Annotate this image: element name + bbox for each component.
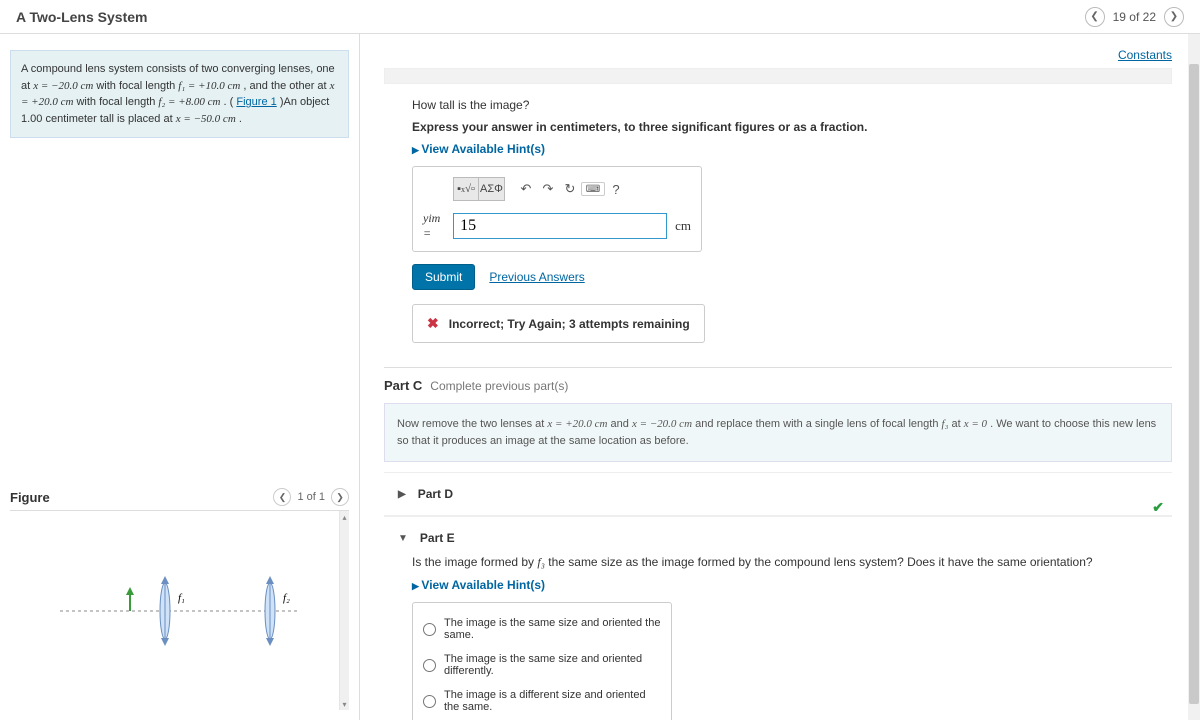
partb-hints-link[interactable]: View Available Hint(s) — [412, 142, 545, 156]
input-toolbar: ▪x√▫ ΑΣΦ ↶ ↷ ↻ ⌨ ? — [453, 177, 691, 201]
option-2[interactable]: The image is a different size and orient… — [423, 683, 661, 719]
problem-statement: A compound lens system consists of two c… — [10, 50, 349, 138]
feedback-box: ✖ Incorrect; Try Again; 3 attempts remai… — [412, 304, 705, 343]
template-tool[interactable]: ▪x√▫ — [453, 177, 479, 201]
right-panel: Constants How tall is the image? Express… — [360, 34, 1200, 720]
partb-submit-button[interactable]: Submit — [412, 264, 475, 290]
partc-header: Part C Complete previous part(s) — [384, 367, 1172, 393]
figure-next-button[interactable]: ❯ — [331, 488, 349, 506]
answer-unit: cm — [675, 218, 691, 234]
main-scrollbar[interactable] — [1188, 34, 1200, 720]
feedback-text: Incorrect; Try Again; 3 attempts remaini… — [449, 317, 690, 331]
redo-icon[interactable]: ↷ — [537, 177, 559, 201]
parte-row[interactable]: ▼ Part E — [384, 516, 1172, 549]
option-1[interactable]: The image is the same size and oriented … — [423, 647, 661, 683]
check-icon: ✔ — [1152, 499, 1164, 516]
option-0[interactable]: The image is the same size and oriented … — [423, 611, 661, 647]
greek-tool[interactable]: ΑΣΦ — [479, 177, 505, 201]
next-page-button[interactable]: ❯ — [1164, 7, 1184, 27]
figure-link[interactable]: Figure 1 — [236, 96, 276, 108]
parte-options: The image is the same size and oriented … — [412, 602, 672, 720]
reset-icon[interactable]: ↻ — [559, 177, 581, 201]
parte-hints-link[interactable]: View Available Hint(s) — [412, 578, 545, 592]
incorrect-icon: ✖ — [427, 315, 439, 332]
left-panel: A compound lens system consists of two c… — [0, 34, 360, 720]
pager-text: 19 of 22 — [1113, 10, 1156, 24]
parte-question: Is the image formed by f₃ the same size … — [412, 555, 1172, 570]
chevron-right-icon: ▶ — [398, 489, 406, 500]
partc-context: Now remove the two lenses at x = +20.0 c… — [384, 403, 1172, 462]
answer-var: yim = — [423, 211, 445, 241]
partd-row[interactable]: ▶ Part D ✔ — [384, 472, 1172, 516]
lens-diagram: f₁ f₂ — [40, 551, 320, 671]
figure-area: f₁ f₂ ▴ ▾ — [10, 510, 349, 710]
figure-header: Figure ❮ 1 of 1 ❯ — [10, 484, 349, 510]
partb-instruction: Express your answer in centimeters, to t… — [412, 120, 1172, 134]
help-icon[interactable]: ? — [605, 177, 627, 201]
constants-link[interactable]: Constants — [1118, 48, 1172, 62]
undo-icon[interactable]: ↶ — [515, 177, 537, 201]
page-header: A Two-Lens System ❮ 19 of 22 ❯ — [0, 0, 1200, 34]
answer-box: ▪x√▫ ΑΣΦ ↶ ↷ ↻ ⌨ ? yim = cm — [412, 166, 702, 252]
partb-question: How tall is the image? — [412, 98, 1172, 112]
svg-text:f₁: f₁ — [178, 592, 185, 604]
chevron-down-icon: ▼ — [398, 533, 408, 544]
grey-bar — [384, 68, 1172, 84]
figure-title: Figure — [10, 490, 50, 505]
keyboard-icon[interactable]: ⌨ — [581, 182, 605, 196]
page-title: A Two-Lens System — [16, 9, 147, 25]
figure-counter: 1 of 1 — [297, 491, 325, 503]
figure-scrollbar[interactable]: ▴ ▾ — [339, 511, 349, 710]
answer-input[interactable] — [453, 213, 667, 239]
pager: ❮ 19 of 22 ❯ — [1085, 7, 1184, 27]
figure-prev-button[interactable]: ❮ — [273, 488, 291, 506]
prev-page-button[interactable]: ❮ — [1085, 7, 1105, 27]
svg-text:f₂: f₂ — [283, 592, 290, 604]
previous-answers-link[interactable]: Previous Answers — [489, 270, 584, 284]
